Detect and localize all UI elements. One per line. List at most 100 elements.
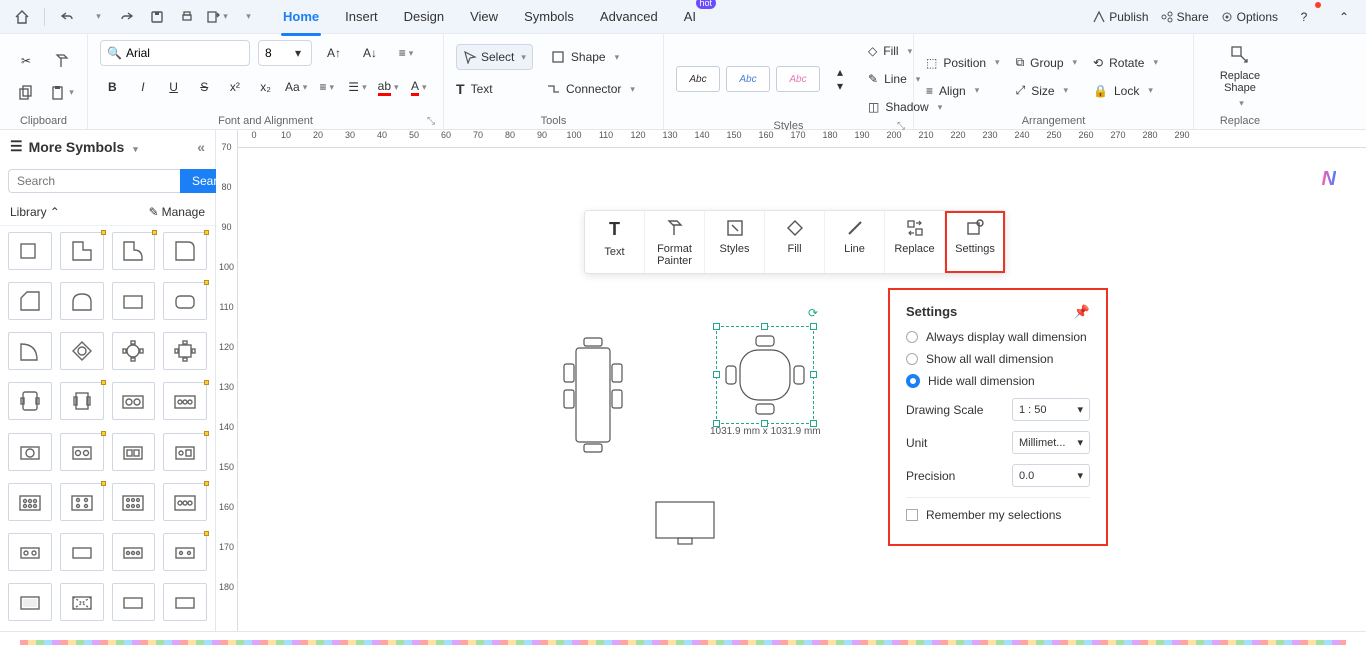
remember-checkbox[interactable]: Remember my selections <box>906 508 1090 522</box>
position-button[interactable]: ⬚ Position <box>926 52 1000 74</box>
replace-shape-button[interactable]: Replace Shape <box>1212 40 1268 113</box>
library-toggle[interactable]: Library ⌃ <box>10 205 60 219</box>
decrease-font-icon[interactable]: A↓ <box>356 40 384 66</box>
export-icon[interactable] <box>203 4 231 30</box>
select-tool[interactable]: Select <box>456 44 533 70</box>
panel-collapse-icon[interactable]: « <box>197 139 205 155</box>
canvas-object-table-rect[interactable] <box>558 330 628 460</box>
opt-always-display[interactable]: Always display wall dimension <box>906 330 1090 344</box>
shape-sofa-1[interactable] <box>8 382 52 420</box>
more-quick-icon[interactable] <box>233 4 261 30</box>
increase-font-icon[interactable]: A↑ <box>320 40 348 66</box>
highlight-icon[interactable]: ab <box>376 74 401 100</box>
tab-home[interactable]: Home <box>281 3 321 30</box>
home-icon[interactable] <box>8 4 36 30</box>
shape-misc-4[interactable] <box>163 533 207 571</box>
shape-sofa-2[interactable] <box>60 382 104 420</box>
shape-cut[interactable] <box>8 282 52 320</box>
shape-misc-1[interactable] <box>8 533 52 571</box>
shape-bottom-4[interactable] <box>163 583 207 621</box>
shape-bottom-3[interactable] <box>112 583 156 621</box>
symbol-search-input[interactable] <box>8 169 180 193</box>
undo-history-icon[interactable] <box>83 4 111 30</box>
unit-select[interactable]: Millimet...▾ <box>1012 431 1090 454</box>
canvas-object-tv[interactable] <box>652 498 718 548</box>
align-button[interactable]: ≡ Align <box>926 80 1000 102</box>
shape-rect2[interactable] <box>112 282 156 320</box>
tab-view[interactable]: View <box>468 3 500 30</box>
collapse-ribbon-icon[interactable]: ⌃ <box>1330 4 1358 30</box>
shape-round[interactable] <box>163 282 207 320</box>
paste-icon[interactable] <box>48 80 76 106</box>
copy-icon[interactable] <box>12 80 40 106</box>
undo-icon[interactable] <box>53 4 81 30</box>
shape-appliance-4[interactable] <box>163 433 207 471</box>
options-button[interactable]: Options <box>1221 10 1278 24</box>
text-tool[interactable]: TText <box>456 78 528 100</box>
shape-table-round[interactable] <box>112 332 156 370</box>
italic-icon[interactable]: I <box>131 74 156 100</box>
cut-icon[interactable]: ✂ <box>12 48 40 74</box>
superscript-icon[interactable]: x² <box>223 74 248 100</box>
tab-insert[interactable]: Insert <box>343 3 380 30</box>
line-spacing-icon[interactable]: ≡ <box>314 74 339 100</box>
lock-button[interactable]: 🔒 Lock <box>1093 80 1158 102</box>
ctx-text[interactable]: TText <box>585 211 645 273</box>
font-launcher-icon[interactable]: ⤡ <box>427 116 435 127</box>
size-button[interactable]: ⤢ Size <box>1016 80 1077 102</box>
font-color-icon[interactable]: A <box>406 74 431 100</box>
ctx-replace[interactable]: Replace <box>885 211 945 273</box>
rotate-button[interactable]: ⟲ Rotate <box>1093 52 1158 74</box>
canvas-object-table-round-selected[interactable]: ⟳ <box>718 328 812 422</box>
scale-select[interactable]: 1 : 50▾ <box>1012 398 1090 421</box>
opt-hide[interactable]: Hide wall dimension <box>906 374 1090 388</box>
save-icon[interactable] <box>143 4 171 30</box>
style-preset-1[interactable]: Abc <box>676 66 720 92</box>
publish-button[interactable]: Publish <box>1093 10 1148 24</box>
manage-button[interactable]: ✎ Manage <box>149 205 205 219</box>
shape-l-1[interactable] <box>60 232 104 270</box>
shape-table-sq[interactable] <box>163 332 207 370</box>
shape-tool[interactable]: Shape <box>551 46 619 68</box>
shape-cooktop-2[interactable] <box>60 483 104 521</box>
ctx-styles[interactable]: Styles <box>705 211 765 273</box>
more-symbols-label[interactable]: More Symbols <box>29 139 125 155</box>
help-icon[interactable]: ? <box>1290 4 1318 30</box>
group-button[interactable]: ⧉ Group <box>1016 52 1077 74</box>
subscript-icon[interactable]: x₂ <box>253 74 278 100</box>
paragraph-align-icon[interactable]: ≡ <box>392 40 420 66</box>
shape-cooktop-4[interactable] <box>163 483 207 521</box>
ctx-fill[interactable]: Fill <box>765 211 825 273</box>
shape-table-diamond[interactable] <box>60 332 104 370</box>
style-scroll-up-icon[interactable]: ▴ <box>826 65 854 79</box>
shape-cooktop-1[interactable] <box>8 483 52 521</box>
style-scroll-down-icon[interactable]: ▾ <box>826 79 854 93</box>
style-preset-2[interactable]: Abc <box>726 66 770 92</box>
rotate-handle-icon[interactable]: ⟳ <box>808 306 818 320</box>
strike-icon[interactable]: S <box>192 74 217 100</box>
list-icon[interactable]: ☰ <box>345 74 370 100</box>
shape-l-3[interactable] <box>163 232 207 270</box>
ctx-line[interactable]: Line <box>825 211 885 273</box>
ctx-format-painter[interactable]: Format Painter <box>645 211 705 273</box>
tab-design[interactable]: Design <box>402 3 446 30</box>
shape-appliance-2[interactable] <box>60 433 104 471</box>
connector-tool[interactable]: Connector <box>546 78 635 100</box>
precision-select[interactable]: 0.0▾ <box>1012 464 1090 487</box>
shape-misc-2[interactable] <box>60 533 104 571</box>
case-icon[interactable]: Aa <box>284 74 309 100</box>
tab-symbols[interactable]: Symbols <box>522 3 576 30</box>
bold-icon[interactable]: B <box>100 74 125 100</box>
shape-cooktop-3[interactable] <box>112 483 156 521</box>
opt-show-all[interactable]: Show all wall dimension <box>906 352 1090 366</box>
shape-quarter[interactable] <box>8 332 52 370</box>
shape-stove-1[interactable] <box>112 382 156 420</box>
pin-icon[interactable]: 📌 <box>1074 304 1090 320</box>
canvas[interactable]: N TText Format Painter Styles Fill Line … <box>238 148 1366 631</box>
style-preset-3[interactable]: Abc <box>776 66 820 92</box>
share-button[interactable]: Share <box>1161 10 1209 24</box>
ctx-settings[interactable]: Settings <box>945 211 1005 273</box>
shape-appliance-1[interactable] <box>8 433 52 471</box>
tab-advanced[interactable]: Advanced <box>598 3 660 30</box>
font-size-combo[interactable]: ▾ <box>258 40 312 66</box>
